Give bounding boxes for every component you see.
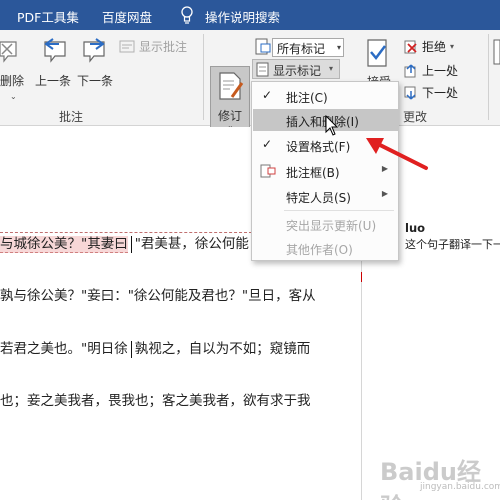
document-line-3a: 若君之美也。"明日徐 (0, 341, 128, 357)
comment-author: luo (405, 221, 426, 235)
tab-baidu-netdisk[interactable]: 百度网盘 (102, 7, 152, 26)
next-label: 下一条 (77, 74, 114, 88)
previous-change-icon (404, 63, 416, 77)
lightbulb-icon (181, 6, 193, 24)
previous-comment-icon (44, 38, 66, 63)
menu-item-highlight-updates[interactable]: 突出显示更新(U) (253, 213, 398, 235)
previous-change-label: 上一处 (422, 64, 459, 78)
change-bar (361, 272, 362, 282)
tracked-comment-text[interactable]: 与城徐公美？"其妻曰 (0, 236, 128, 253)
document-line-1-rest: "君美甚，徐公何能 (134, 236, 249, 252)
watermark-url: jingyan.baidu.com (420, 482, 500, 492)
balloons-icon (260, 164, 276, 178)
show-comments-icon (119, 40, 135, 52)
comment-text[interactable]: 这个句子翻译一下一 (405, 236, 500, 252)
checkmark-icon: ✓ (262, 137, 273, 151)
menu-item-label: 批注框(B) (286, 166, 340, 180)
show-comments-label: 显示批注 (139, 40, 188, 54)
reject-button[interactable]: 拒绝 ▾ (404, 38, 454, 55)
document-line-1[interactable]: 与城徐公美？"其妻曰 "君美甚，徐公何能 (0, 232, 249, 253)
tell-me-search[interactable]: 操作说明搜索 (205, 7, 280, 26)
ribbon-separator (203, 34, 204, 120)
compare-icon (493, 39, 500, 65)
menu-item-label: 特定人员(S) (286, 191, 351, 205)
document-line-3[interactable]: 若君之美也。"明日徐 孰视之，自以为不如；窥镜而 (0, 337, 310, 358)
menu-item-label: 突出显示更新(U) (286, 219, 377, 233)
menu-item-label: 其他作者(O) (286, 243, 353, 257)
previous-change-button[interactable]: 上一处 (404, 62, 458, 79)
document-line-4[interactable]: 也；妾之美我者，畏我也；客之美我者，欲有求于我 (0, 389, 311, 409)
ribbon-tab-bar: PDF工具集 百度网盘 操作说明搜索 (0, 0, 500, 30)
reject-label: 拒绝 (422, 40, 447, 54)
delete-label: 删除 (0, 74, 25, 88)
accept-icon (367, 39, 387, 67)
track-changes-icon (219, 72, 244, 100)
chevron-down-icon: ▾ (450, 42, 455, 51)
show-markup-button[interactable]: 显示标记 ▾ (252, 59, 340, 79)
show-markup-icon (256, 62, 269, 77)
menu-separator (284, 210, 394, 211)
show-comments-button[interactable]: 显示批注 (119, 38, 187, 55)
delete-comment-icon (0, 41, 17, 63)
chevron-down-icon: ▾ (329, 64, 334, 73)
menu-item-label: 设置格式(F) (286, 140, 351, 154)
annotation-arrow-icon (366, 138, 428, 170)
checkmark-icon: ✓ (262, 88, 273, 102)
menu-item-specific-people[interactable]: 特定人员(S) ▶ (253, 185, 398, 207)
mouse-pointer-icon (325, 115, 339, 136)
reject-icon (404, 40, 417, 53)
changes-group-label: 更改 (403, 110, 428, 124)
next-change-label: 下一处 (422, 86, 459, 100)
document-line-3b: 孰视之，自以为不如；窥镜而 (134, 341, 311, 357)
track-changes-button[interactable]: 修订 ⌄ (210, 66, 250, 134)
next-change-button[interactable]: 下一处 (404, 84, 458, 101)
markup-view-icon (255, 38, 271, 55)
text-cursor (130, 235, 132, 253)
ribbon-separator (488, 34, 489, 120)
document-line-2[interactable]: 孰与徐公美？"妾曰："徐公何能及君也？"旦日，客从 (0, 284, 316, 304)
markup-mode-value: 所有标记 (277, 42, 326, 56)
tab-pdf-tools[interactable]: PDF工具集 (17, 7, 79, 26)
next-comment-icon (83, 38, 105, 63)
ribbon: 删除 ⌄ 上一条 下一条 显示批注 批注 修订 ⌄ 所有标记 ▾ 显示标记 ▾ … (0, 30, 500, 134)
menu-item-label: 插入和删除(I) (286, 115, 359, 129)
baidu-jingyan-watermark-logo: Baidu经验 (380, 458, 481, 500)
previous-label: 上一条 (35, 74, 72, 88)
menu-item-comments[interactable]: ✓ 批注(C) (253, 85, 398, 107)
chevron-down-icon: ⌄ (10, 92, 17, 101)
chevron-down-icon: ▾ (336, 43, 341, 52)
show-markup-label: 显示标记 (273, 64, 322, 78)
menu-item-other-authors[interactable]: 其他作者(O) (253, 237, 398, 259)
text-cursor (130, 340, 132, 358)
menu-item-label: 批注(C) (286, 91, 328, 105)
next-change-icon (404, 86, 416, 100)
comment-connector-line (0, 232, 252, 233)
comments-group-label: 批注 (59, 110, 84, 124)
markup-mode-select[interactable]: 所有标记 ▾ (272, 38, 344, 57)
submenu-arrow-icon: ▶ (381, 189, 388, 198)
